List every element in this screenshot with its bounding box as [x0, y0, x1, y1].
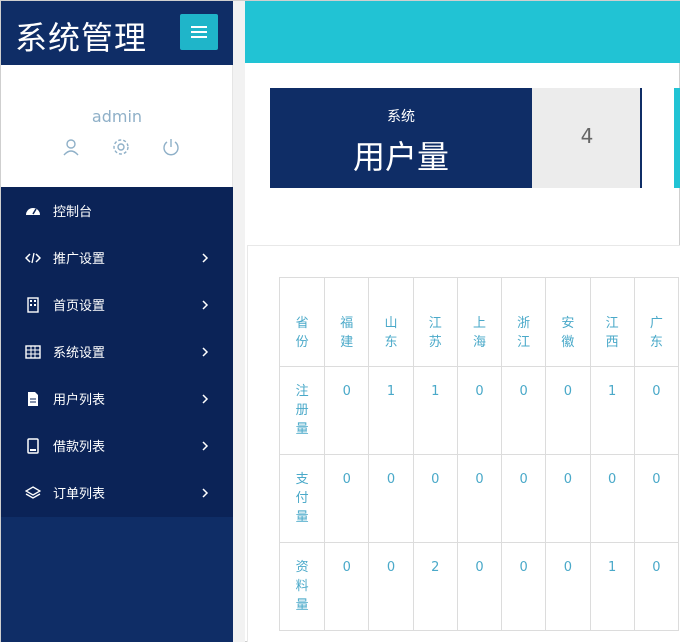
province-stats-table: 省份 福建 山东 江苏 上海 浙江 安徽 江西 广东 注册量 0 1 1 0 0…: [278, 277, 680, 631]
document-icon: [28, 391, 38, 406]
user-icon[interactable]: [61, 137, 81, 157]
table-cell: 0: [633, 454, 680, 543]
chevron-right-icon: [202, 346, 209, 357]
power-icon[interactable]: [161, 137, 181, 157]
file-icon: [27, 437, 39, 454]
table-cell: 0: [456, 366, 503, 455]
app-title: 系统管理: [15, 19, 148, 57]
column-header: 江苏: [412, 277, 458, 367]
brand-header: 系统管理: [1, 1, 233, 65]
sidebar: 系统管理 admin 控制台 推广设置 首页设置 系统设置 用户列表 借款列表 …: [1, 1, 233, 642]
sidebar-item-label: 推广设置: [53, 252, 106, 267]
sidebar-nav: 控制台 推广设置 首页设置 系统设置 用户列表 借款列表 订单列表: [1, 187, 233, 517]
row-header: 注册量: [278, 366, 326, 455]
column-header: 广东: [633, 277, 680, 367]
table-cell: 0: [324, 454, 370, 543]
sidebar-item-label: 订单列表: [53, 487, 106, 502]
hamburger-icon: [191, 26, 207, 38]
sidebar-item-label: 控制台: [53, 205, 93, 220]
sidebar-item-label: 用户列表: [53, 393, 106, 408]
sidebar-item-label: 首页设置: [53, 299, 106, 314]
sidebar-item-label: 借款列表: [53, 440, 106, 455]
table-cell: 0: [589, 454, 635, 543]
table-cell: 0: [368, 454, 414, 543]
table-cell: 0: [633, 542, 680, 631]
user-profile: admin: [1, 65, 233, 187]
chevron-right-icon: [202, 299, 209, 310]
table-cell: 0: [545, 454, 591, 543]
username: admin: [91, 107, 143, 126]
content-gutter: [233, 1, 245, 642]
chevron-right-icon: [202, 393, 209, 404]
column-header: 安徽: [545, 277, 591, 367]
chevron-right-icon: [202, 440, 209, 451]
column-header: 上海: [456, 277, 503, 367]
sidebar-item-users[interactable]: 用户列表: [1, 375, 233, 422]
profile-actions: [61, 137, 181, 157]
table-cell: 0: [368, 542, 414, 631]
dashboard-icon: [26, 207, 40, 215]
chevron-right-icon: [202, 252, 209, 263]
table-cell: 0: [324, 542, 370, 631]
code-icon: [25, 252, 41, 263]
table-cell: 0: [324, 366, 370, 455]
building-icon: [27, 296, 39, 313]
table-cell: 0: [633, 366, 680, 455]
menu-toggle-button[interactable]: [180, 14, 218, 50]
table-cell: 0: [501, 366, 547, 455]
top-bar: [245, 1, 680, 63]
table-cell: 0: [412, 454, 458, 543]
table-row: 支付量 0 0 0 0 0 0 0 0: [278, 454, 680, 543]
sidebar-item-loans[interactable]: 借款列表: [1, 422, 233, 469]
stat-subtitle: 系统: [387, 109, 415, 125]
table-header-row: 省份 福建 山东 江苏 上海 浙江 安徽 江西 广东: [278, 277, 680, 367]
layers-icon: [25, 485, 41, 499]
table-cell: 0: [545, 542, 591, 631]
table-cell: 1: [589, 366, 635, 455]
table-cell: 0: [456, 454, 503, 543]
stat-value: 4: [580, 124, 594, 148]
table-cell: 0: [545, 366, 591, 455]
table-cell: 0: [501, 454, 547, 543]
table-row: 注册量 0 1 1 0 0 0 1 0: [278, 366, 680, 455]
stat-card: 系统 用户量: [270, 88, 532, 188]
row-header: 资料量: [278, 542, 326, 631]
sidebar-item-system[interactable]: 系统设置: [1, 328, 233, 375]
next-card-edge: [674, 88, 680, 188]
table-cell: 1: [368, 366, 414, 455]
sidebar-item-label: 系统设置: [53, 346, 106, 361]
table-cell: 0: [456, 542, 503, 631]
stat-value-box: 4: [532, 88, 642, 188]
table-row: 资料量 0 0 2 0 0 0 1 0: [278, 542, 680, 631]
table-cell: 1: [589, 542, 635, 631]
chevron-right-icon: [202, 487, 209, 498]
column-header: 山东: [368, 277, 414, 367]
sidebar-item-promotion[interactable]: 推广设置: [1, 234, 233, 281]
gear-icon[interactable]: [111, 137, 131, 157]
column-header: 江西: [589, 277, 635, 367]
row-header: 支付量: [278, 454, 326, 543]
table-cell: 2: [412, 542, 458, 631]
column-header: 浙江: [501, 277, 547, 367]
grid-icon: [25, 344, 41, 359]
sidebar-item-dashboard[interactable]: 控制台: [1, 187, 233, 234]
table-cell: 1: [412, 366, 458, 455]
table-cell: 0: [501, 542, 547, 631]
sidebar-item-homepage[interactable]: 首页设置: [1, 281, 233, 328]
column-header: 省份: [278, 277, 326, 367]
sidebar-item-orders[interactable]: 订单列表: [1, 469, 233, 516]
column-header: 福建: [324, 277, 370, 367]
stat-title: 用户量: [352, 138, 449, 176]
